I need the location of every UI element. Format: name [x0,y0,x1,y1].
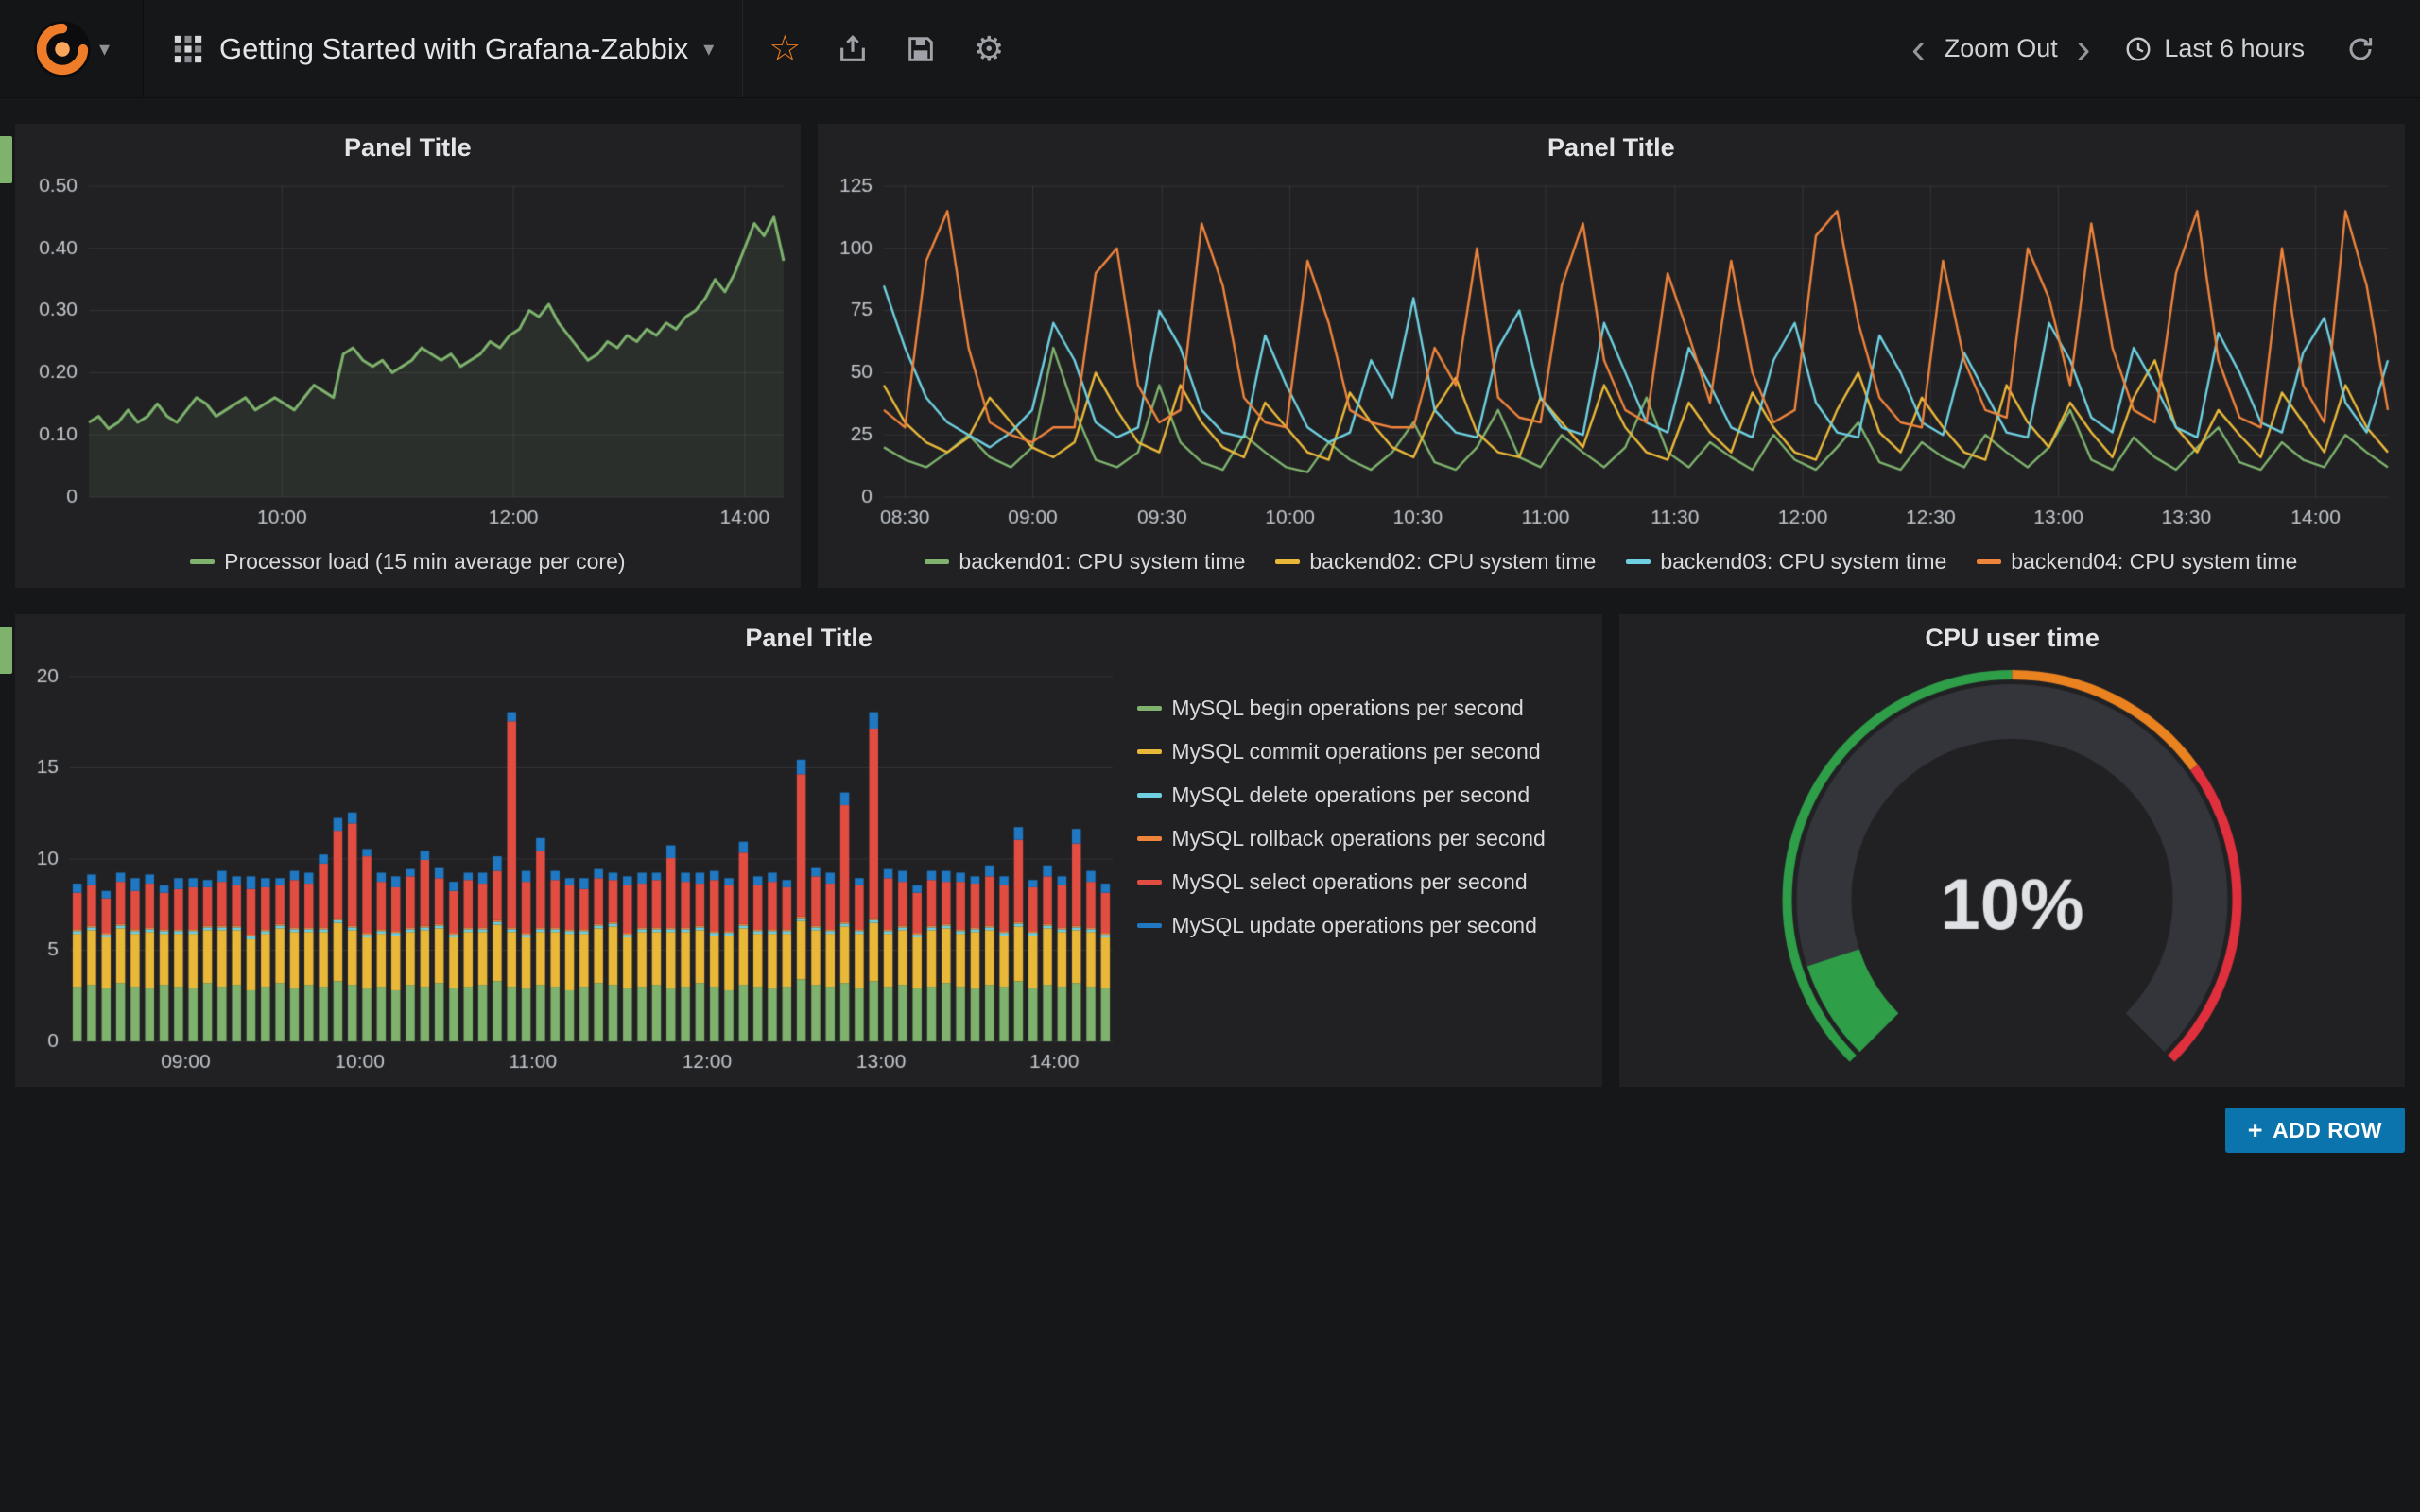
panel-title[interactable]: Panel Title [818,124,2405,171]
plus-icon: + [2248,1116,2263,1145]
panel-mysql-operations: Panel Title MySQL begin operations per s… [15,614,1602,1087]
legend-swatch-icon[interactable] [1137,880,1162,885]
time-controls: ‹ Zoom Out › Last 6 hours [1898,0,2420,97]
star-icon: ☆ [769,31,801,67]
chevron-right-icon: › [2077,26,2091,72]
legend-label: MySQL begin operations per second [1171,696,1523,721]
save-button[interactable] [887,0,955,98]
logo-caret-icon: ▾ [99,37,110,61]
legend-item[interactable]: backend03: CPU system time [1626,549,1946,575]
chart-legend: Processor load (15 min average per core) [15,542,801,588]
dashboard-grid: Panel Title Processor load (15 min avera… [0,98,2420,1153]
share-button[interactable] [819,0,887,98]
gear-icon: ⚙ [974,32,1004,66]
legend-label: MySQL select operations per second [1171,869,1527,895]
legend-item[interactable]: MySQL update operations per second [1137,913,1587,938]
share-icon [837,33,869,65]
legend-swatch-icon[interactable] [1275,559,1300,564]
legend-label: MySQL delete operations per second [1171,782,1530,808]
legend-label: backend01: CPU system time [959,549,1245,575]
panel-title[interactable]: Panel Title [15,124,801,171]
legend-item[interactable]: Processor load (15 min average per core) [190,549,625,575]
legend-item[interactable]: backend04: CPU system time [1977,549,2297,575]
save-icon [906,34,936,64]
legend-item[interactable]: MySQL begin operations per second [1137,696,1587,721]
panel-title[interactable]: Panel Title [15,614,1602,662]
dashboard-title-dropdown[interactable]: Getting Started with Grafana-Zabbix ▾ [144,0,742,97]
mysql-operations-chart[interactable] [15,662,1130,1087]
legend-swatch-icon[interactable] [1977,559,2001,564]
legend-item[interactable]: backend01: CPU system time [925,549,1245,575]
add-row-label: ADD ROW [2273,1118,2382,1143]
legend-item[interactable]: MySQL rollback operations per second [1137,826,1587,851]
dashboard-grid-icon [172,33,204,65]
legend-swatch-icon[interactable] [925,559,949,564]
time-range-label: Last 6 hours [2164,34,2305,63]
panel-cpu-system-time: Panel Title backend01: CPU system timeba… [818,124,2405,588]
clock-icon [2124,35,2152,63]
settings-button[interactable]: ⚙ [955,0,1023,98]
time-shift-right-button[interactable]: › [2064,28,2104,70]
legend-swatch-icon[interactable] [1137,706,1162,711]
panel-title[interactable]: CPU user time [1619,614,2405,662]
processor-load-chart[interactable] [15,171,801,542]
legend-label: backend04: CPU system time [2011,549,2297,575]
legend-swatch-icon[interactable] [190,559,215,564]
cpu-user-time-gauge[interactable] [1619,662,2405,1087]
dashboard-actions: ☆ ⚙ [742,0,1030,97]
panel-cpu-user-time: CPU user time [1619,614,2405,1087]
star-button[interactable]: ☆ [751,0,819,98]
top-navbar: ▾ Getting Started with Grafana-Zabbix ▾ … [0,0,2420,98]
legend-swatch-icon[interactable] [1137,793,1162,798]
grafana-logo-menu[interactable]: ▾ [0,0,144,97]
refresh-button[interactable] [2325,0,2395,98]
legend-item[interactable]: backend02: CPU system time [1275,549,1596,575]
legend-label: Processor load (15 min average per core) [224,549,625,575]
legend-item[interactable]: MySQL commit operations per second [1137,739,1587,765]
legend-label: backend03: CPU system time [1660,549,1946,575]
time-range-picker[interactable]: Last 6 hours [2103,0,2325,98]
time-shift-left-button[interactable]: ‹ [1898,28,1939,70]
row-collapse-handle[interactable] [0,136,12,183]
add-row-button[interactable]: + ADD ROW [2225,1108,2405,1153]
legend-label: MySQL rollback operations per second [1171,826,1545,851]
legend-swatch-icon[interactable] [1137,923,1162,928]
zoom-out-button[interactable]: Zoom Out [1939,34,2064,63]
chart-legend: MySQL begin operations per second MySQL c… [1130,662,1602,1087]
legend-label: backend02: CPU system time [1309,549,1596,575]
legend-item[interactable]: MySQL select operations per second [1137,869,1587,895]
chart-legend: backend01: CPU system time backend02: CPU… [818,542,2405,588]
legend-label: MySQL update operations per second [1171,913,1537,938]
cpu-system-time-chart[interactable] [818,171,2405,542]
legend-swatch-icon[interactable] [1137,836,1162,841]
title-caret-icon: ▾ [703,37,714,61]
refresh-icon [2346,35,2375,63]
legend-swatch-icon[interactable] [1626,559,1651,564]
grafana-logo-icon [33,20,92,78]
chevron-left-icon: ‹ [1911,26,1926,72]
panel-processor-load: Panel Title Processor load (15 min avera… [15,124,801,588]
legend-swatch-icon[interactable] [1137,749,1162,754]
dashboard-title: Getting Started with Grafana-Zabbix [219,32,688,66]
legend-item[interactable]: MySQL delete operations per second [1137,782,1587,808]
legend-label: MySQL commit operations per second [1171,739,1540,765]
row-collapse-handle[interactable] [0,627,12,674]
